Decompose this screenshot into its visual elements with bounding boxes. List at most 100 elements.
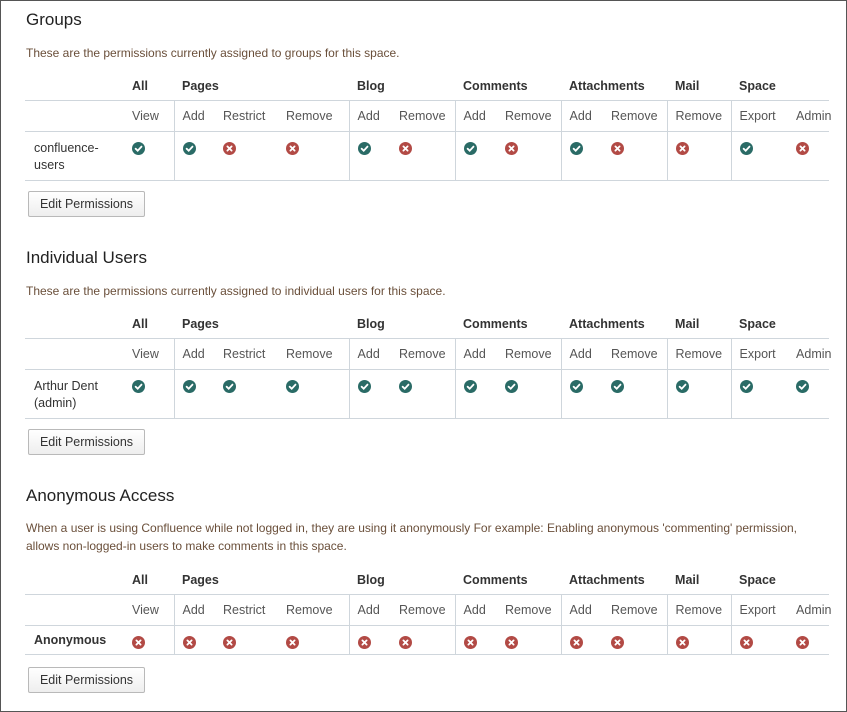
permission-header-remove: Remove [666,338,732,370]
permission-cell [560,369,604,419]
check-circle-icon [132,380,145,393]
permission-header-export: Export [730,338,789,370]
permission-header-add: Add [173,594,215,626]
permission-cell [497,369,562,419]
check-circle-icon [611,380,625,393]
check-circle-icon [505,380,519,393]
permission-cell [560,625,604,655]
permission-header-add: Add [348,594,392,626]
permission-cell [215,625,278,655]
permission-header-view: View [124,100,174,132]
permission-cell [124,131,174,181]
category-header-comments: Comments [463,78,528,93]
section-title: Individual Users [26,248,147,267]
permission-header-remove: Remove [497,100,562,132]
category-header-attachments: Attachments [569,316,645,331]
permission-cell [391,625,456,655]
permission-header-remove: Remove [391,100,456,132]
permission-header-add: Add [560,100,604,132]
permission-header-restrict: Restrict [215,594,278,626]
edit-permissions-button[interactable]: Edit Permissions [28,667,145,693]
empty-header-cell [25,71,124,101]
category-header-all: All [132,316,148,331]
permission-header-export: Export [730,100,789,132]
permission-cell [788,369,830,419]
entity-name: Arthur Dent (admin) [25,369,124,419]
x-circle-icon [796,636,810,649]
category-header-row: All Pages Blog Comments Attachments Mail Space [25,309,829,339]
empty-header-cell [25,565,124,595]
check-circle-icon [223,380,236,393]
category-header-comments: Comments [463,572,528,587]
entity-name: Anonymous [25,625,124,655]
permission-cell [603,369,668,419]
permission-header-remove: Remove [278,594,350,626]
category-header-pages: Pages [182,572,219,587]
permission-header-remove: Remove [278,100,350,132]
permission-cell [278,369,350,419]
table-row: confluence-users [25,131,830,181]
category-header-mail: Mail [675,78,700,93]
permission-header-remove: Remove [391,594,456,626]
x-circle-icon [132,636,145,649]
x-circle-icon [675,636,689,649]
check-circle-icon [463,380,477,393]
check-circle-icon [739,380,753,393]
permission-cell [124,625,174,655]
permission-header-remove: Remove [391,338,456,370]
category-header-row: All Pages Blog Comments Attachments Mail Space [25,565,829,595]
section-title: Groups [26,10,82,29]
edit-permissions-button[interactable]: Edit Permissions [28,429,145,455]
individual-users-section: Individual Users These are the permissio… [25,248,831,458]
permission-header-restrict: Restrict [215,338,278,370]
permission-header-remove: Remove [666,594,732,626]
permission-header-admin: Admin [788,594,831,626]
empty-header-cell [25,338,124,370]
category-header-attachments: Attachments [569,572,645,587]
permissions-table: All Pages Blog Comments Attachments Mail Space… [25,309,831,419]
permission-cell [603,625,668,655]
permission-cell [603,131,668,181]
permission-header-remove: Remove [666,100,732,132]
check-circle-icon [399,380,413,393]
x-circle-icon [357,636,371,649]
permission-header-row: View Add Restrict Remove Add Remove Add Remove A… [25,100,831,132]
category-header-attachments: Attachments [569,78,645,93]
x-circle-icon [399,142,413,155]
x-circle-icon [739,636,753,649]
permission-cell [788,625,830,655]
x-circle-icon [611,636,625,649]
permission-header-remove: Remove [497,338,562,370]
permission-cell [391,131,456,181]
permission-cell [454,625,498,655]
permission-cell [730,131,789,181]
check-circle-icon [739,142,753,155]
section-description: When a user is using Confluence while no… [26,521,797,553]
permission-cell [391,369,456,419]
permission-header-add: Add [560,338,604,370]
table-row: Anonymous [25,625,830,655]
permission-cell [788,131,830,181]
table-row: Arthur Dent (admin) [25,369,830,419]
permission-header-row: View Add Restrict Remove Add Remove Add Remove A… [25,338,831,370]
permission-cell [173,625,215,655]
x-circle-icon [182,636,196,649]
x-circle-icon [463,636,477,649]
category-header-mail: Mail [675,316,700,331]
permission-cell [666,369,732,419]
empty-header-cell [25,100,124,132]
x-circle-icon [399,636,413,649]
permission-header-add: Add [173,338,215,370]
permission-header-remove: Remove [603,338,668,370]
edit-permissions-button[interactable]: Edit Permissions [28,191,145,217]
permission-cell [278,131,350,181]
permission-header-add: Add [454,100,498,132]
check-circle-icon [357,380,371,393]
category-header-pages: Pages [182,316,219,331]
check-circle-icon [132,142,145,155]
entity-name: confluence-users [25,131,124,181]
check-circle-icon [569,380,583,393]
permission-header-view: View [124,338,174,370]
permission-header-add: Add [173,100,215,132]
permission-cell [348,131,392,181]
